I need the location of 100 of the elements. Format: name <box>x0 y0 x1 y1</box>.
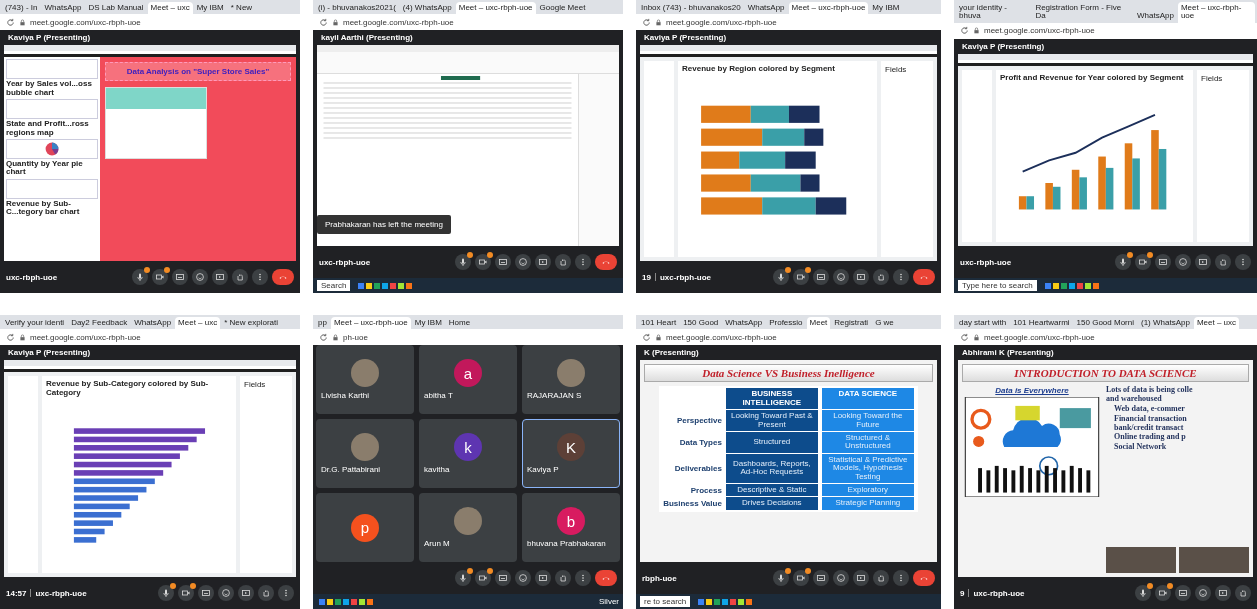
captions-button[interactable] <box>1155 254 1171 270</box>
reload-icon[interactable] <box>319 17 328 27</box>
emoji-button[interactable] <box>1195 585 1211 601</box>
mic-button[interactable] <box>132 269 148 285</box>
more-button[interactable] <box>278 585 294 601</box>
browser-tab[interactable]: 101 Heartwarmi <box>1010 317 1073 330</box>
hand-button[interactable] <box>1215 254 1231 270</box>
visualization-title[interactable]: Year by Sales vol...oss bubble chart <box>6 80 98 98</box>
visualization-title[interactable]: State and Profit...ross regions map <box>6 120 98 137</box>
url-text[interactable]: meet.google.com/uxc-rbph-uoe <box>666 17 777 27</box>
present-button[interactable] <box>853 269 869 285</box>
present-button[interactable] <box>535 570 551 586</box>
chart-thumbnail[interactable] <box>6 138 98 159</box>
captions-button[interactable] <box>198 585 214 601</box>
reload-icon[interactable] <box>6 17 15 27</box>
url-text[interactable]: meet.google.com/uxc-rbph-uoe <box>30 17 141 27</box>
present-button[interactable] <box>1195 254 1211 270</box>
hand-button[interactable] <box>555 254 571 270</box>
more-button[interactable] <box>893 269 909 285</box>
browser-tab[interactable]: Google Meet <box>536 2 589 15</box>
browser-tab[interactable]: Meet – uxc-rbph-uoe <box>330 317 411 330</box>
browser-tab[interactable]: WhatsApp <box>744 2 788 15</box>
url-text[interactable]: meet.google.com/uxc-rbph-uoe <box>984 332 1095 342</box>
hand-button[interactable] <box>232 269 248 285</box>
camera-button[interactable] <box>793 269 809 285</box>
hand-button[interactable] <box>258 585 274 601</box>
browser-tab[interactable]: Day2 Feedback <box>68 317 131 330</box>
camera-button[interactable] <box>178 585 194 601</box>
emoji-button[interactable] <box>218 585 234 601</box>
taskbar-search-field[interactable]: re to search <box>640 596 691 607</box>
chart-thumbnail[interactable] <box>6 99 98 120</box>
captions-button[interactable] <box>813 269 829 285</box>
browser-tab[interactable]: day start with <box>956 317 1010 330</box>
camera-button[interactable] <box>1135 254 1151 270</box>
browser-tab[interactable]: Meet – uxc <box>1193 317 1240 330</box>
browser-tab[interactable]: (4) WhatsApp <box>399 2 455 15</box>
browser-tab[interactable]: * New explorati <box>221 317 282 330</box>
emoji-button[interactable] <box>833 269 849 285</box>
emoji-button[interactable] <box>192 269 208 285</box>
browser-tab[interactable]: Registration Form - Five Da <box>1032 2 1133 23</box>
browser-tab[interactable]: (1) WhatsApp <box>1138 317 1193 330</box>
chart-thumbnail[interactable] <box>6 178 98 199</box>
reload-icon[interactable] <box>960 332 969 342</box>
more-button[interactable] <box>252 269 268 285</box>
browser-tab[interactable]: Meet <box>806 317 831 330</box>
browser-tab[interactable]: Home <box>445 317 474 330</box>
reload-icon[interactable] <box>6 332 15 342</box>
end-call-button[interactable] <box>595 570 617 586</box>
hand-button[interactable] <box>873 269 889 285</box>
browser-tab[interactable]: My IBM <box>411 317 445 330</box>
end-call-button[interactable] <box>272 269 294 285</box>
present-button[interactable] <box>853 570 869 586</box>
mic-button[interactable] <box>773 269 789 285</box>
browser-tab[interactable]: G we <box>872 317 897 330</box>
chart-thumbnail[interactable] <box>6 59 98 80</box>
end-call-button[interactable] <box>913 269 935 285</box>
camera-button[interactable] <box>475 570 491 586</box>
present-button[interactable] <box>1215 585 1231 601</box>
more-button[interactable] <box>575 254 591 270</box>
browser-tab[interactable]: My IBM <box>193 2 227 15</box>
browser-tab[interactable]: My IBM <box>869 2 903 15</box>
more-button[interactable] <box>893 570 909 586</box>
browser-tab[interactable]: Meet – uxc-rbph-uoe <box>1177 2 1255 23</box>
browser-tab[interactable]: Professio <box>766 317 806 330</box>
mic-button[interactable] <box>1115 254 1131 270</box>
reload-icon[interactable] <box>960 26 969 36</box>
browser-tab[interactable]: Inbox (743) - bhuvanakos20 <box>638 2 744 15</box>
mic-button[interactable] <box>158 585 174 601</box>
browser-tab[interactable]: Registrati <box>831 317 872 330</box>
url-text[interactable]: meet.google.com/uxc-rbph-uoe <box>30 332 141 342</box>
reload-icon[interactable] <box>319 332 328 342</box>
browser-tab[interactable]: (i) - bhuvanakos2021( <box>315 2 399 15</box>
mic-button[interactable] <box>1135 585 1151 601</box>
camera-button[interactable] <box>475 254 491 270</box>
captions-button[interactable] <box>813 570 829 586</box>
browser-tab[interactable]: Meet – uxc <box>147 2 193 15</box>
browser-tab[interactable]: DS Lab Manual <box>85 2 147 15</box>
more-button[interactable] <box>1235 254 1251 270</box>
taskbar-search-field[interactable]: Type here to search <box>958 280 1037 291</box>
camera-button[interactable] <box>1155 585 1171 601</box>
browser-tab[interactable]: WhatsApp <box>1134 10 1177 23</box>
end-call-button[interactable] <box>913 570 935 586</box>
captions-button[interactable] <box>495 254 511 270</box>
browser-tab[interactable]: WhatsApp <box>131 317 175 330</box>
present-button[interactable] <box>212 269 228 285</box>
browser-tab[interactable]: WhatsApp <box>722 317 766 330</box>
browser-tab[interactable]: Meet – uxc <box>175 317 221 330</box>
url-text[interactable]: meet.google.com/uxc-rbph-uoe <box>666 332 777 342</box>
url-text[interactable]: meet.google.com/uxc-rbph-uoe <box>343 17 454 27</box>
emoji-button[interactable] <box>1175 254 1191 270</box>
present-button[interactable] <box>535 254 551 270</box>
taskbar-search-field[interactable]: Search <box>317 280 351 291</box>
url-text[interactable]: ph-uoe <box>343 332 368 342</box>
browser-tab[interactable]: pp <box>315 317 330 330</box>
captions-button[interactable] <box>495 570 511 586</box>
mic-button[interactable] <box>773 570 789 586</box>
present-button[interactable] <box>238 585 254 601</box>
browser-tab[interactable]: 150 Good <box>680 317 722 330</box>
browser-tab[interactable]: 150 Good Morni <box>1073 317 1137 330</box>
mic-button[interactable] <box>455 254 471 270</box>
